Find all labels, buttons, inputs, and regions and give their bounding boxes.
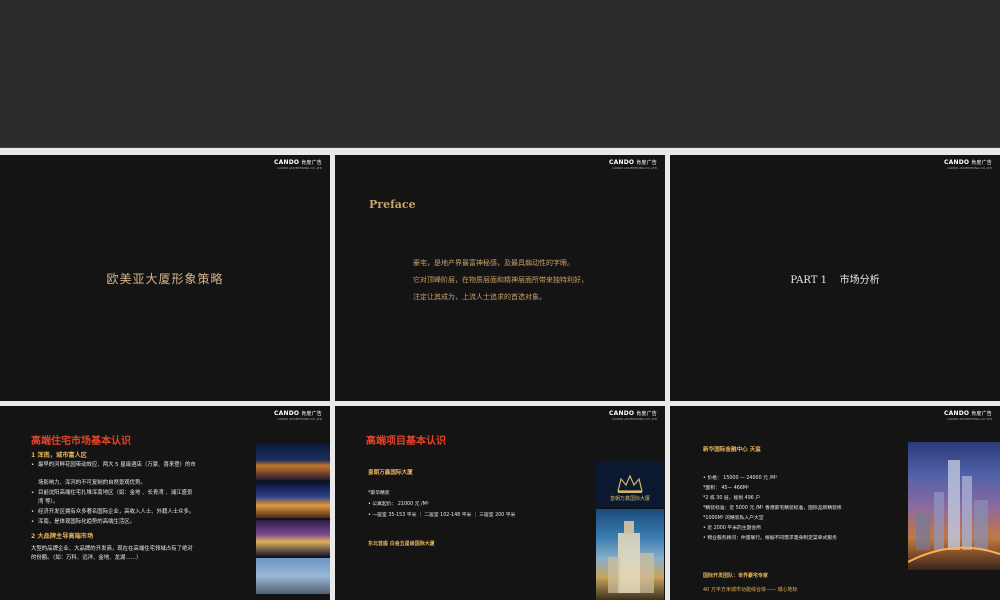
preface-title: Preface: [369, 198, 416, 211]
project-details: • 价格： 15000 — 24000 元 /M² *面积： 45— 466M²…: [703, 476, 842, 541]
cando-logo: CANDO 肯度广告 CANDO ADVERTISING CO.,LTD: [609, 410, 657, 421]
slide-thumbnail-4[interactable]: CANDO 肯度广告 CANDO ADVERTISING CO.,LTD 高端住宅…: [0, 406, 330, 600]
hotel-building-photo: [596, 509, 664, 600]
slide-body: 1 浑南，城市富人区 • 最早的河畔花园带动效应、两大 5 星级酒店（万豪、喜来登…: [31, 451, 253, 564]
slide-thumbnail-1[interactable]: CANDO 肯度广告 CANDO ADVERTISING CO.,LTD 欧美亚大…: [0, 155, 330, 401]
crown-emblem-icon: [617, 474, 643, 493]
night-city-photo: [256, 444, 330, 480]
preface-text: 豪宅，是地产界最富神秘感，及最具煽动性的字眼。 它对顶峰阶层，在物质层面和精神层…: [413, 259, 588, 301]
slide-thumbnail-5[interactable]: CANDO 肯度广告 CANDO ADVERTISING CO.,LTD 高端项目…: [335, 406, 665, 600]
slide-thumbnail-2[interactable]: CANDO 肯度广告 CANDO ADVERTISING CO.,LTD Pref…: [335, 155, 665, 401]
team-heading: 国际开发团队：世界豪宅专家: [703, 573, 769, 579]
part-title: PART 1 市场分析: [790, 274, 880, 286]
subheading: 1 浑南，城市富人区: [31, 452, 87, 459]
project-details: *豪华精装 • 公寓起价： 21000 元 /M² • 一居室 35-153 平…: [368, 491, 516, 518]
cando-logo: CANDO 肯度广告 CANDO ADVERTISING CO.,LTD: [944, 410, 992, 421]
section-title: 高端住宅市场基本认识: [31, 436, 131, 447]
skyline-photo: [256, 558, 330, 594]
hotel-logo-image: 皇朝万鑫国际大厦: [596, 461, 664, 507]
slide-thumbnail-3[interactable]: CANDO 肯度广告 CANDO ADVERTISING CO.,LTD PART…: [670, 155, 1000, 401]
subheading: 2 大品牌主导高端市场: [31, 533, 94, 541]
night-city-photo: [256, 482, 330, 518]
slide-title: 欧美亚大厦形象策略: [106, 271, 224, 286]
photo-column: [256, 444, 330, 596]
bridge-photo: [256, 520, 330, 556]
section-title: 高端项目基本认识: [366, 436, 446, 447]
landmark-heading: 40 万平方米城市功能综合体—— 城心地标: [703, 587, 798, 593]
project-name: 新华国际金融中心 天玺: [703, 447, 761, 453]
slide-thumbnail-6[interactable]: CANDO 肯度广告 CANDO ADVERTISING CO.,LTD 新华国际…: [670, 406, 1000, 600]
project-tagline: 东北首座 白金五星级国际大厦: [368, 541, 435, 547]
cando-logo: CANDO 肯度广告 CANDO ADVERTISING CO.,LTD: [274, 410, 322, 421]
project-name: 皇朝万鑫国际大厦: [368, 470, 413, 476]
cando-logo: CANDO 肯度广告 CANDO ADVERTISING CO.,LTD: [609, 159, 657, 170]
city-night-photo: [907, 442, 1000, 570]
top-toolbar-area: [0, 0, 1000, 148]
